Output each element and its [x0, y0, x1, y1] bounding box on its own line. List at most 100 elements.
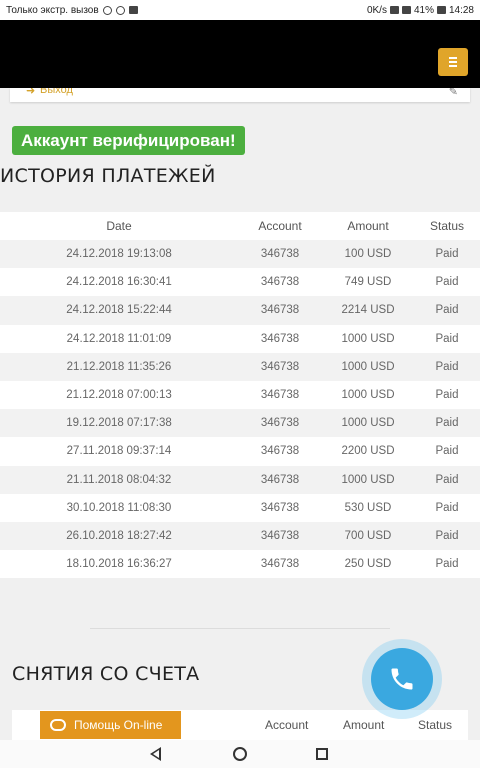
table-row: 19.12.2018 07:17:38 346738 1000 USD Paid	[0, 409, 480, 438]
bluetooth-icon	[389, 6, 399, 14]
cell-date: 27.11.2018 09:37:14	[66, 445, 172, 458]
cell-status: Paid	[435, 417, 459, 430]
online-help-button[interactable]: Помощь On-line	[40, 711, 181, 739]
cell-account: 346738	[260, 332, 300, 345]
cell-date: 21.12.2018 11:35:26	[66, 360, 172, 373]
clock: 14:28	[448, 4, 474, 16]
table-row: 24.12.2018 19:13:08 346738 100 USD Paid	[0, 240, 480, 269]
table-row: 30.10.2018 11:08:30 346738 530 USD Paid	[0, 493, 480, 522]
network-speed: 0K/s	[366, 4, 387, 16]
cell-amount: 530 USD	[344, 501, 392, 514]
withdrawals-title: СНЯТИЯ СО СЧЕТА	[12, 663, 200, 685]
cell-account: 346738	[260, 558, 300, 571]
cell-amount: 1000 USD	[341, 332, 395, 345]
cell-status: Paid	[435, 558, 459, 571]
cell-account: 346738	[260, 501, 300, 514]
col-status: Status	[418, 718, 453, 732]
phone-icon	[391, 668, 413, 690]
cell-date: 24.12.2018 15:22:44	[66, 304, 172, 317]
col-date: Date	[106, 219, 132, 233]
cell-status: Paid	[435, 276, 459, 289]
cell-amount: 1000 USD	[341, 417, 395, 430]
cell-status: Paid	[435, 445, 459, 458]
cell-account: 346738	[260, 360, 300, 373]
table-row: 24.12.2018 11:01:09 346738 1000 USD Paid	[0, 324, 480, 353]
cell-amount: 1000 USD	[341, 473, 395, 486]
status-bar: Только экстр. вызов 0K/s 41% 14:28	[0, 0, 480, 20]
profile-menu-card: ➜ Выход ✎	[10, 88, 470, 102]
edit-icon[interactable]: ✎	[449, 88, 458, 98]
menu-button[interactable]	[438, 48, 468, 76]
home-icon[interactable]	[233, 747, 247, 761]
table-row: 24.12.2018 15:22:44 346738 2214 USD Paid	[0, 296, 480, 325]
col-amount: Amount	[343, 718, 385, 732]
call-button[interactable]	[371, 648, 433, 710]
col-account: Account	[265, 718, 309, 732]
battery-icon	[436, 6, 446, 14]
recent-apps-icon[interactable]	[316, 748, 328, 760]
col-amount: Amount	[347, 219, 389, 233]
site-header	[0, 20, 480, 88]
cell-status: Paid	[435, 501, 459, 514]
cell-status: Paid	[435, 248, 459, 261]
col-account: Account	[258, 219, 302, 233]
carrier-text: Только экстр. вызов	[6, 4, 99, 16]
cell-account: 346738	[260, 417, 300, 430]
cell-date: 19.12.2018 07:17:38	[66, 417, 172, 430]
cell-date: 30.10.2018 11:08:30	[66, 501, 172, 514]
cell-account: 346738	[260, 276, 300, 289]
cell-status: Paid	[435, 389, 459, 402]
cell-amount: 700 USD	[344, 529, 392, 542]
cell-date: 21.12.2018 07:00:13	[66, 389, 172, 402]
table-row: 26.10.2018 18:27:42 346738 700 USD Paid	[0, 521, 480, 551]
cell-status: Paid	[435, 360, 459, 373]
app-icon	[128, 6, 138, 14]
wifi-icon	[401, 6, 411, 14]
cell-amount: 2214 USD	[341, 304, 395, 317]
cell-amount: 100 USD	[344, 248, 392, 261]
back-icon[interactable]	[150, 747, 161, 761]
cell-status: Paid	[435, 473, 459, 486]
cell-account: 346738	[260, 304, 300, 317]
cell-amount: 1000 USD	[341, 360, 395, 373]
cell-date: 21.11.2018 08:04:32	[66, 473, 172, 486]
cell-account: 346738	[260, 529, 300, 542]
cell-account: 346738	[260, 248, 300, 261]
cell-date: 24.12.2018 19:13:08	[66, 248, 172, 261]
online-help-label: Помощь On-line	[74, 718, 163, 732]
notification-icon	[102, 5, 112, 15]
cell-amount: 1000 USD	[341, 389, 395, 402]
cell-account: 346738	[260, 445, 300, 458]
cell-date: 26.10.2018 18:27:42	[66, 529, 172, 542]
battery-level: 41%	[413, 4, 434, 16]
payment-history-table: Date Account Amount Status 24.12.2018 19…	[0, 212, 480, 579]
cell-status: Paid	[435, 304, 459, 317]
cell-account: 346738	[260, 473, 300, 486]
cell-status: Paid	[435, 332, 459, 345]
table-row: 21.11.2018 08:04:32 346738 1000 USD Paid	[0, 465, 480, 494]
verified-badge: Аккаунт верифицирован!	[12, 126, 245, 155]
cell-status: Paid	[435, 529, 459, 542]
cell-amount: 2200 USD	[341, 445, 395, 458]
col-status: Status	[429, 219, 465, 233]
table-row: 18.10.2018 16:36:27 346738 250 USD Paid	[0, 550, 480, 579]
cell-date: 18.10.2018 16:36:27	[66, 558, 172, 571]
at-icon	[115, 5, 125, 15]
cell-date: 24.12.2018 11:01:09	[66, 332, 172, 345]
logout-link[interactable]: Выход	[40, 88, 73, 96]
section-divider	[90, 628, 390, 629]
payment-history-title: ИСТОРИЯ ПЛАТЕЖЕЙ	[0, 165, 216, 187]
chat-icon	[50, 719, 66, 731]
cell-amount: 250 USD	[344, 558, 392, 571]
logout-icon: ➜	[26, 88, 36, 97]
table-row: 21.12.2018 07:00:13 346738 1000 USD Paid	[0, 380, 480, 410]
cell-date: 24.12.2018 16:30:41	[66, 276, 172, 289]
table-row: 27.11.2018 09:37:14 346738 2200 USD Paid	[0, 437, 480, 466]
cell-amount: 749 USD	[344, 276, 392, 289]
cell-account: 346738	[260, 389, 300, 402]
hamburger-icon	[449, 57, 457, 59]
android-nav-bar	[0, 740, 480, 768]
table-row: 21.12.2018 11:35:26 346738 1000 USD Paid	[0, 352, 480, 381]
table-row: 24.12.2018 16:30:41 346738 749 USD Paid	[0, 268, 480, 297]
table-header: Date Account Amount Status	[0, 212, 480, 240]
